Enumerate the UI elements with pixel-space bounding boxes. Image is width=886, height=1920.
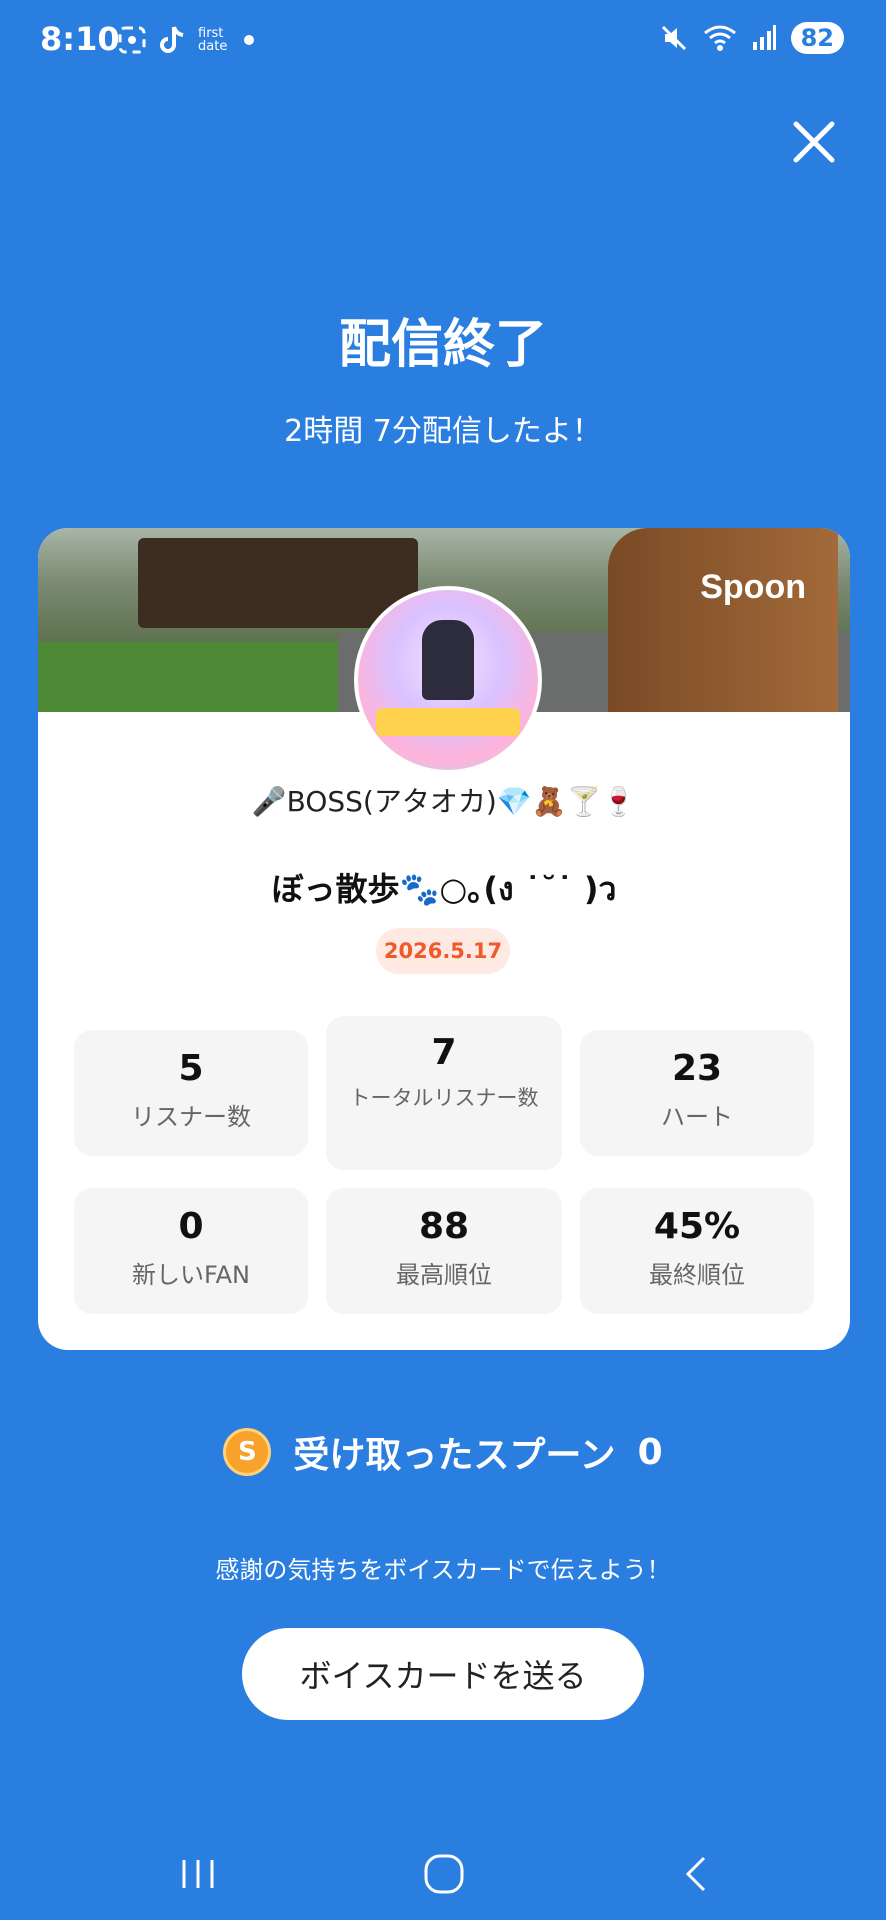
thanks-message: 感謝の気持ちをボイスカードで伝えよう！ (215, 1556, 671, 1584)
signal-icon (752, 25, 776, 50)
recents-icon (182, 1860, 214, 1888)
stat-value: 88 (418, 1206, 470, 1247)
stat-value: 45% (653, 1206, 741, 1247)
screenshot-icon (118, 26, 146, 54)
received-spoons: S 受け取ったスプーン 0 (0, 1426, 886, 1478)
received-spoons-label: 受け取ったスプーン (293, 1435, 616, 1476)
live-title: ぼっ散歩🐾○｡(ง ˙˘˙ )ว (271, 870, 617, 908)
stat-label: リスナー数 (131, 1103, 251, 1131)
stat-value: 7 (431, 1032, 457, 1073)
recents-button[interactable] (168, 1844, 228, 1904)
stat-hearts: 23 ハート (580, 1030, 814, 1156)
system-nav-bar (0, 1830, 886, 1920)
stat-value: 0 (178, 1206, 204, 1247)
home-icon (424, 1854, 464, 1894)
page-title: 配信終了 (338, 315, 547, 375)
battery-indicator: 82 (790, 22, 844, 54)
wifi-icon (703, 25, 736, 51)
stat-label: 新しいFAN (132, 1261, 250, 1289)
dot-icon (244, 35, 254, 45)
status-time: 8:10 (40, 20, 120, 58)
stat-final-rank: 45% 最終順位 (580, 1188, 814, 1314)
broadcast-summary-card: Spoon 🎤BOSS(アタオカ)💎🧸🍸🍷 ぼっ散歩🐾○｡(ง ˙˘˙ )ว 2… (38, 528, 850, 1350)
spoon-logo: Spoon (700, 568, 806, 606)
status-left-icons: first date (116, 24, 256, 56)
home-button[interactable] (414, 1844, 474, 1904)
close-button[interactable] (784, 112, 844, 172)
mute-icon (661, 25, 686, 51)
spoon-coin-icon: S (223, 1428, 272, 1476)
first-date-app-icon: first date (198, 26, 228, 54)
status-right: 82 (659, 22, 844, 54)
received-spoons-count: 0 (637, 1431, 663, 1473)
host-name: 🎤BOSS(アタオカ)💎🧸🍸🍷 (251, 785, 637, 818)
back-button[interactable] (666, 1844, 726, 1904)
stat-total-listeners: 7 トータルリスナー数 (326, 1016, 562, 1170)
stat-best-rank: 88 最高順位 (326, 1188, 562, 1314)
stat-label: 最終順位 (649, 1261, 745, 1289)
close-icon (793, 121, 835, 163)
stat-label: ハート (661, 1103, 733, 1131)
back-icon (685, 1856, 706, 1892)
stat-label: 最高順位 (396, 1261, 492, 1289)
stat-value: 5 (178, 1048, 204, 1089)
stat-listeners: 5 リスナー数 (74, 1030, 308, 1156)
stat-label: トータルリスナー数 (349, 1086, 539, 1110)
broadcast-duration: 2時間 7分配信したよ！ (284, 414, 602, 449)
send-voice-card-button[interactable]: ボイスカードを送る (242, 1628, 644, 1720)
tiktok-icon (160, 26, 184, 53)
status-bar: 8:10 first date 82 (0, 0, 886, 84)
avatar[interactable] (354, 586, 542, 774)
stat-new-fans: 0 新しいFAN (74, 1188, 308, 1314)
stat-value: 23 (671, 1048, 723, 1089)
date-badge: 2026.5.17 (376, 928, 510, 974)
